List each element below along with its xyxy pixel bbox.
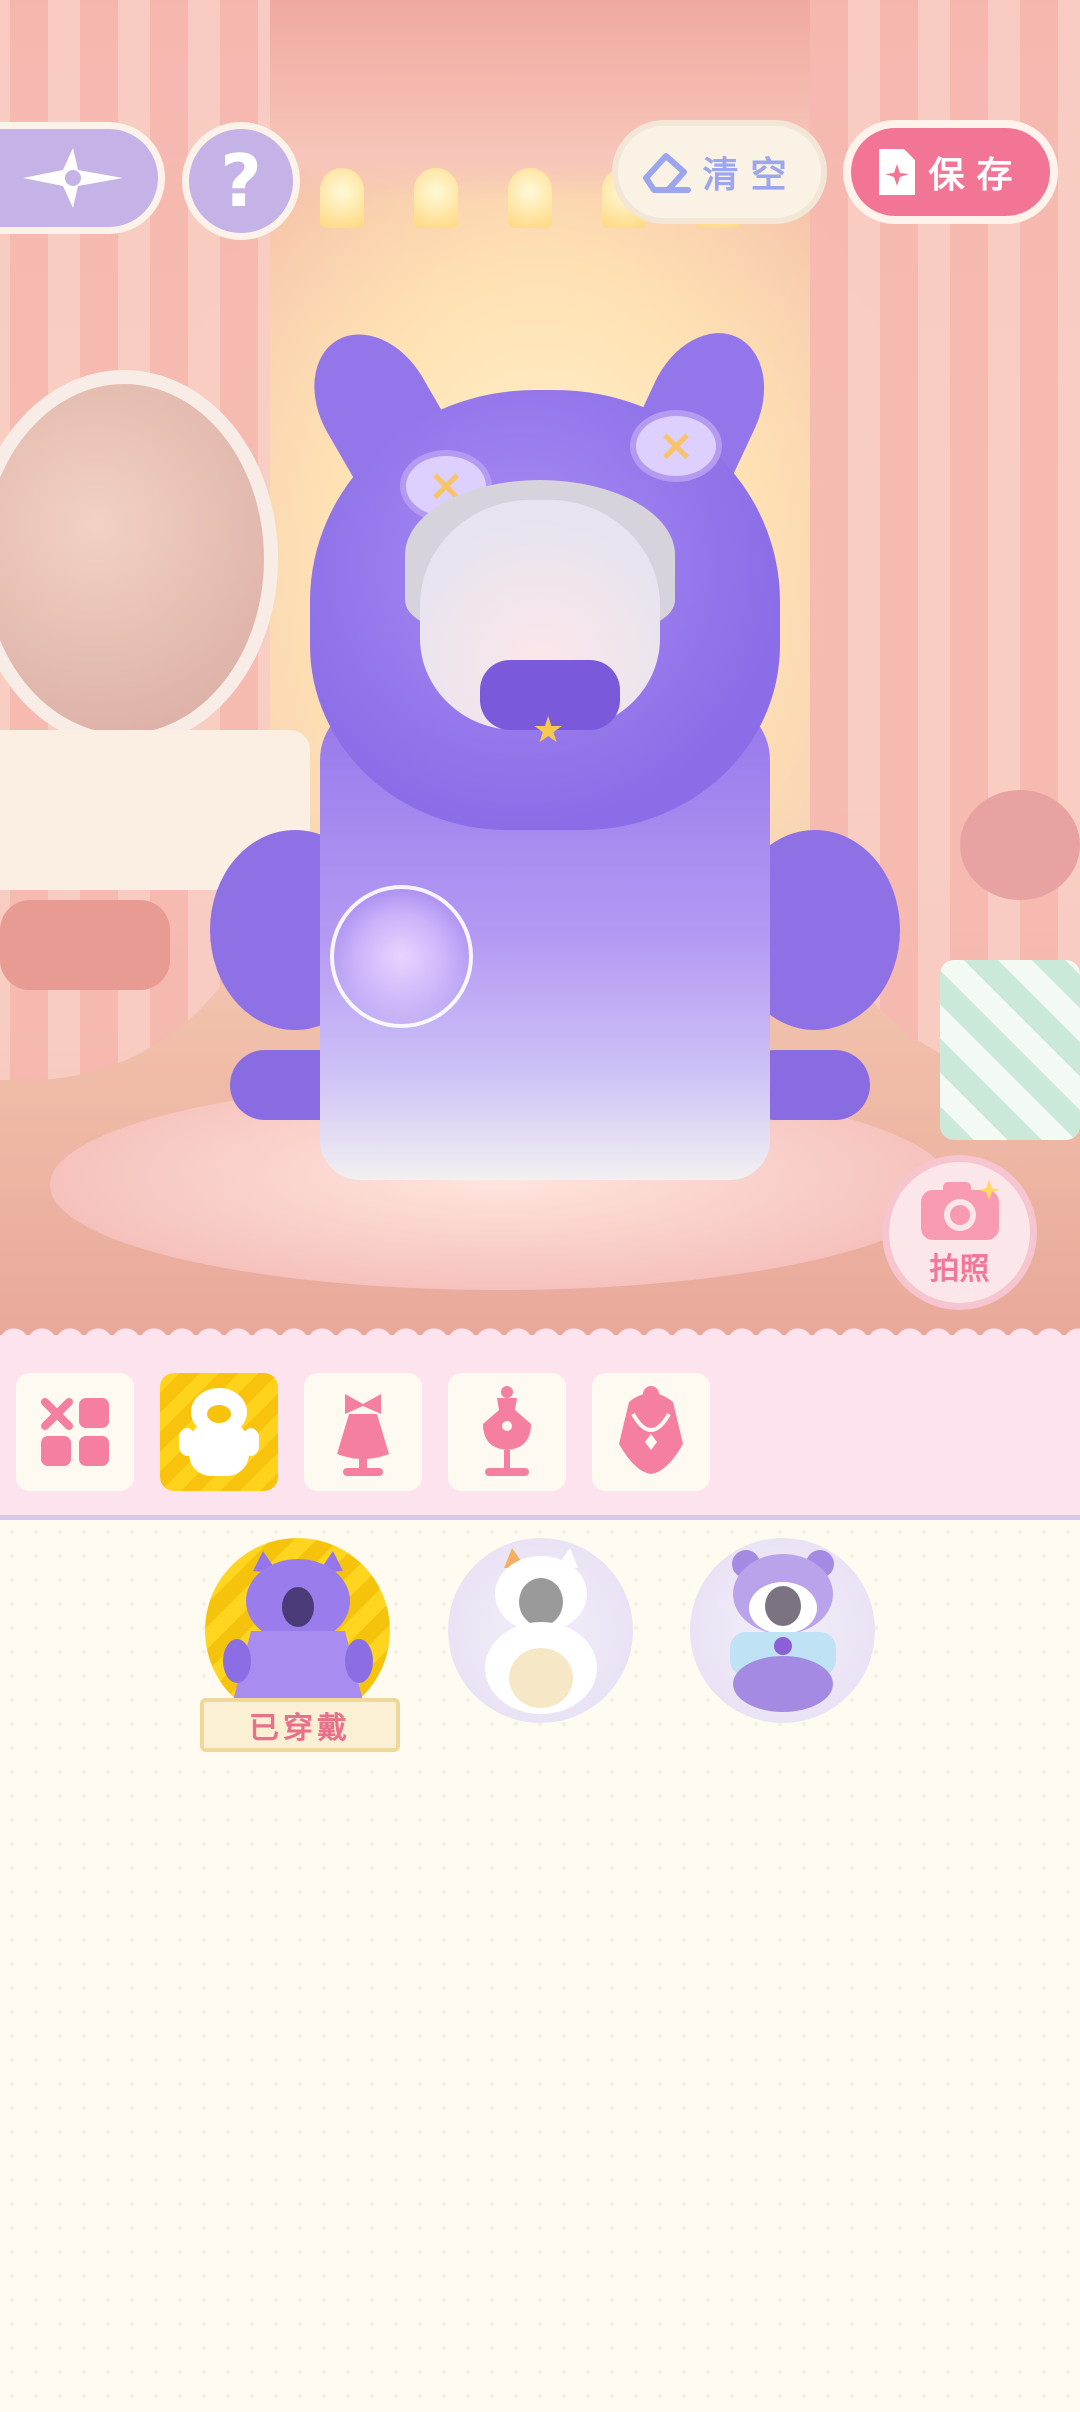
save-file-icon [879, 149, 916, 195]
scallop-edge [0, 1317, 1080, 1343]
tab-accessory[interactable] [592, 1373, 710, 1491]
camera-icon [920, 1179, 1000, 1240]
category-tab-bar [0, 1317, 1080, 1520]
white-cat-costume-icon [484, 1547, 597, 1714]
clear-label: 清空 [702, 155, 799, 196]
tab-outfit[interactable] [448, 1373, 566, 1491]
hood-button-right-icon: × [630, 410, 722, 482]
item-purple-cat-hoodie[interactable] [205, 1538, 390, 1723]
item-white-cat-costume[interactable] [448, 1538, 633, 1723]
grid-x-icon [41, 1398, 109, 1466]
photo-button[interactable]: 拍照 [882, 1155, 1037, 1310]
equipped-ribbon: 已穿戴 [200, 1698, 400, 1752]
question-icon: ? [220, 139, 262, 223]
help-button[interactable]: ? [182, 122, 300, 240]
clear-button[interactable]: 清空 [612, 120, 827, 224]
stool [0, 900, 170, 990]
eraser-icon [643, 153, 692, 193]
character-model[interactable]: × × ★ [210, 312, 900, 1190]
items-grid: 已穿戴 [0, 1520, 1080, 2412]
save-button[interactable]: 保存 [843, 120, 1058, 224]
gift-box [940, 960, 1080, 1140]
item-purple-hamster-costume[interactable] [690, 1538, 875, 1723]
bow-dress-icon [337, 1394, 389, 1476]
purple-cat-hoodie-icon [222, 1550, 373, 1701]
tab-dress[interactable] [304, 1373, 422, 1491]
purple-hamster-costume-icon [729, 1549, 836, 1712]
pillow [960, 790, 1080, 900]
star-charm-icon: ★ [532, 710, 565, 751]
onesie-icon [179, 1388, 259, 1476]
save-label: 保存 [928, 155, 1025, 196]
touch-indicator [330, 885, 473, 1028]
photo-label: 拍照 [929, 1251, 990, 1287]
necklace-icon [619, 1386, 683, 1474]
back-button[interactable] [0, 122, 165, 234]
tab-all[interactable] [16, 1373, 134, 1491]
back-sparkle-icon [22, 148, 123, 208]
tab-costume[interactable] [160, 1373, 278, 1491]
dress-form-icon [483, 1386, 531, 1476]
